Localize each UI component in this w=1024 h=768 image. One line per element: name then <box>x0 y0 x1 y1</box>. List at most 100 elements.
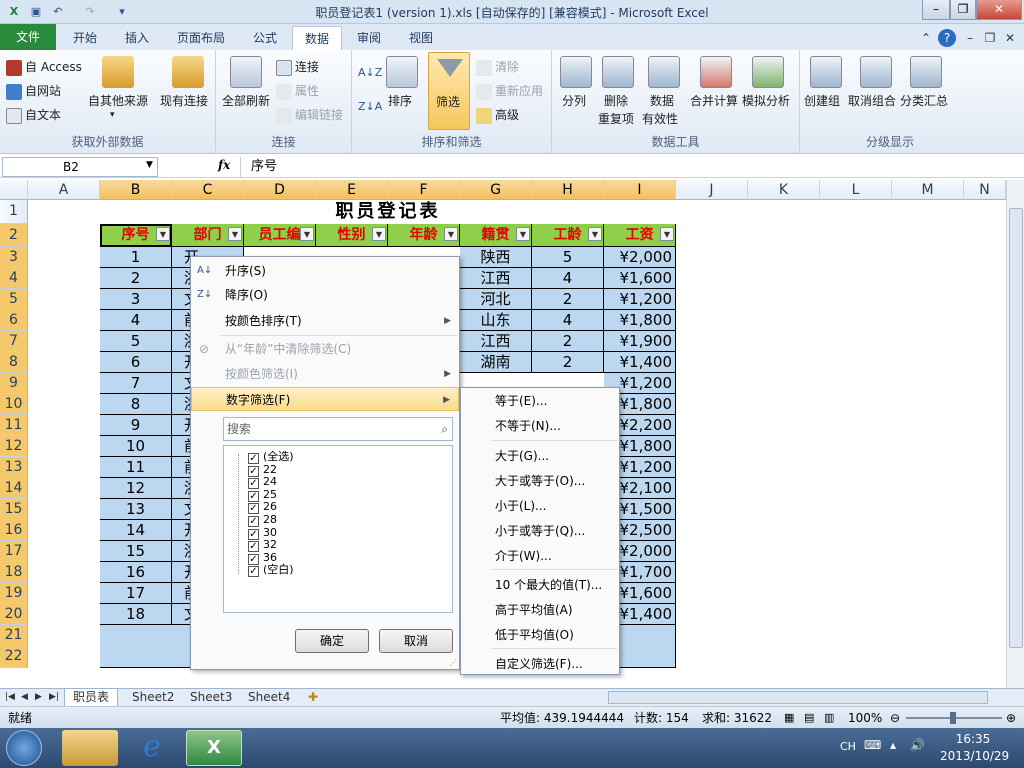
row-header-6[interactable]: 6 <box>0 310 28 331</box>
sort-descending-item[interactable]: Z↓ 降序(O) <box>191 283 459 307</box>
gongling-cell[interactable]: 5 <box>532 247 604 268</box>
vertical-scrollbar[interactable] <box>1006 180 1024 688</box>
formula-input[interactable]: 序号 <box>240 157 1002 177</box>
filter-dropdown-icon[interactable]: ▼ <box>156 227 170 241</box>
column-header-M[interactable]: M <box>892 180 964 200</box>
row-header-1[interactable]: 1 <box>0 200 28 224</box>
seq-cell[interactable]: 10 <box>100 436 172 457</box>
jiguan-cell[interactable]: 江西 <box>460 331 532 352</box>
number-filter-item[interactable]: 大于(G)... <box>495 447 549 465</box>
reapply-button[interactable]: 重新应用 <box>476 82 543 100</box>
seq-cell[interactable]: 13 <box>100 499 172 520</box>
gongling-cell[interactable]: 4 <box>532 268 604 289</box>
ok-button[interactable]: 确定 <box>295 629 369 653</box>
row-header-19[interactable]: 19 <box>0 583 28 604</box>
properties-button[interactable]: 属性 <box>276 82 319 100</box>
clear-button[interactable]: 清除 <box>476 58 519 76</box>
filter-dropdown-icon[interactable]: ▼ <box>228 227 242 241</box>
column-header-L[interactable]: L <box>820 180 892 200</box>
column-header-H[interactable]: H <box>532 180 604 200</box>
sort-za-icon[interactable]: Z↓A <box>358 100 382 113</box>
keyboard-icon[interactable]: ⌨ <box>864 738 881 752</box>
filter-by-color-item[interactable]: 按颜色筛选(I) ▶ <box>191 362 459 386</box>
gongling-cell[interactable]: 2 <box>532 352 604 373</box>
filter-search-input[interactable]: 搜索 ⌕ <box>223 417 453 441</box>
row-header-15[interactable]: 15 <box>0 499 28 520</box>
group-button[interactable]: 创建组 <box>804 92 840 109</box>
from-web-button[interactable]: 自网站 <box>6 82 61 100</box>
column-header-K[interactable]: K <box>748 180 820 200</box>
row-header-20[interactable]: 20 <box>0 604 28 625</box>
text-to-columns-button[interactable]: 分列 <box>562 92 586 109</box>
row-header-8[interactable]: 8 <box>0 352 28 373</box>
row-header-12[interactable]: 12 <box>0 436 28 457</box>
row-header-2[interactable]: 2 <box>0 224 28 247</box>
first-sheet-icon[interactable]: |◀ <box>2 689 18 707</box>
row-header-22[interactable]: 22 <box>0 646 28 668</box>
close-button[interactable]: ✕ <box>976 0 1022 20</box>
jiguan-cell[interactable]: 山东 <box>460 310 532 331</box>
resize-grip-icon[interactable]: ⋰ <box>449 658 457 667</box>
jiguan-cell[interactable]: 江西 <box>460 268 532 289</box>
jiguan-cell[interactable]: 湖南 <box>460 352 532 373</box>
subtotal-button[interactable]: 分类汇总 <box>900 92 948 109</box>
sheet-tab-4[interactable]: Sheet4 <box>240 689 298 707</box>
seq-cell[interactable]: 18 <box>100 604 172 625</box>
column-header-G[interactable]: G <box>460 180 532 200</box>
tab-formulas[interactable]: 公式 <box>242 26 288 50</box>
clock-date[interactable]: 2013/10/29 <box>940 749 1009 763</box>
other-sources-button[interactable]: 自其他来源 <box>88 92 148 109</box>
number-filter-item[interactable]: 小于(L)... <box>495 497 547 515</box>
restore-button[interactable]: ❐ <box>950 0 976 20</box>
number-filter-item[interactable]: 高于平均值(A) <box>495 601 573 619</box>
what-if-button[interactable]: 模拟分析 <box>742 92 790 109</box>
header-cell[interactable]: 籍贯 ▼ <box>460 224 532 247</box>
tray-arrow-icon[interactable]: ▴ <box>890 738 896 752</box>
salary-cell[interactable]: ¥1,800 <box>604 310 676 331</box>
seq-cell[interactable]: 9 <box>100 415 172 436</box>
file-explorer-icon[interactable] <box>62 730 118 766</box>
sheet-title-cell[interactable]: 职员登记表 <box>100 200 676 224</box>
volume-icon[interactable]: 🔊 <box>910 738 925 752</box>
cancel-button[interactable]: 取消 <box>379 629 453 653</box>
excel-taskbar-icon[interactable]: X <box>186 730 242 766</box>
filter-dropdown-icon[interactable]: ▼ <box>372 227 386 241</box>
row-header-11[interactable]: 11 <box>0 415 28 436</box>
tab-page-layout[interactable]: 页面布局 <box>166 26 236 50</box>
sheet-tab-2[interactable]: Sheet2 <box>124 689 182 707</box>
scroll-thumb[interactable] <box>1009 208 1023 648</box>
zoom-slider-thumb[interactable] <box>950 712 956 724</box>
existing-connections-button[interactable]: 现有连接 <box>160 92 208 109</box>
sheet-tab-3[interactable]: Sheet3 <box>182 689 240 707</box>
filter-button[interactable]: 筛选 <box>428 52 470 130</box>
edit-links-button[interactable]: 编辑链接 <box>276 106 343 124</box>
sort-az-icon[interactable]: A↓Z <box>358 66 382 79</box>
doc-minimize-icon[interactable]: – <box>962 26 978 50</box>
column-header-J[interactable]: J <box>676 180 748 200</box>
row-header-4[interactable]: 4 <box>0 268 28 289</box>
number-filters-item[interactable]: 数字筛选(F) ▶ <box>191 387 459 411</box>
header-cell[interactable]: 年龄 ▼ <box>388 224 460 247</box>
seq-cell[interactable]: 15 <box>100 541 172 562</box>
gongling-cell[interactable]: 4 <box>532 310 604 331</box>
remove-duplicates-button[interactable]: 删除 <box>604 92 628 109</box>
column-header-D[interactable]: D <box>244 180 316 200</box>
seq-cell[interactable]: 8 <box>100 394 172 415</box>
page-layout-view-icon[interactable]: ▤ <box>804 707 814 729</box>
clock-time[interactable]: 16:35 <box>940 732 1006 746</box>
number-filter-item[interactable]: 介于(W)... <box>495 547 552 565</box>
header-cell[interactable]: 性别 ▼ <box>316 224 388 247</box>
salary-cell[interactable]: ¥1,600 <box>604 268 676 289</box>
normal-view-icon[interactable]: ▦ <box>784 707 794 729</box>
connections-button[interactable]: 连接 <box>276 58 319 76</box>
column-header-B[interactable]: B <box>100 180 172 200</box>
jiguan-cell[interactable]: 陕西 <box>460 247 532 268</box>
tab-review[interactable]: 审阅 <box>346 26 392 50</box>
seq-cell[interactable]: 17 <box>100 583 172 604</box>
number-filter-item[interactable]: 10 个最大的值(T)... <box>495 576 602 594</box>
jiguan-cell[interactable]: 河北 <box>460 289 532 310</box>
filter-dropdown-icon[interactable]: ▼ <box>516 227 530 241</box>
next-sheet-icon[interactable]: ▶ <box>32 689 45 707</box>
salary-cell[interactable]: ¥2,000 <box>604 247 676 268</box>
salary-cell[interactable]: ¥1,900 <box>604 331 676 352</box>
